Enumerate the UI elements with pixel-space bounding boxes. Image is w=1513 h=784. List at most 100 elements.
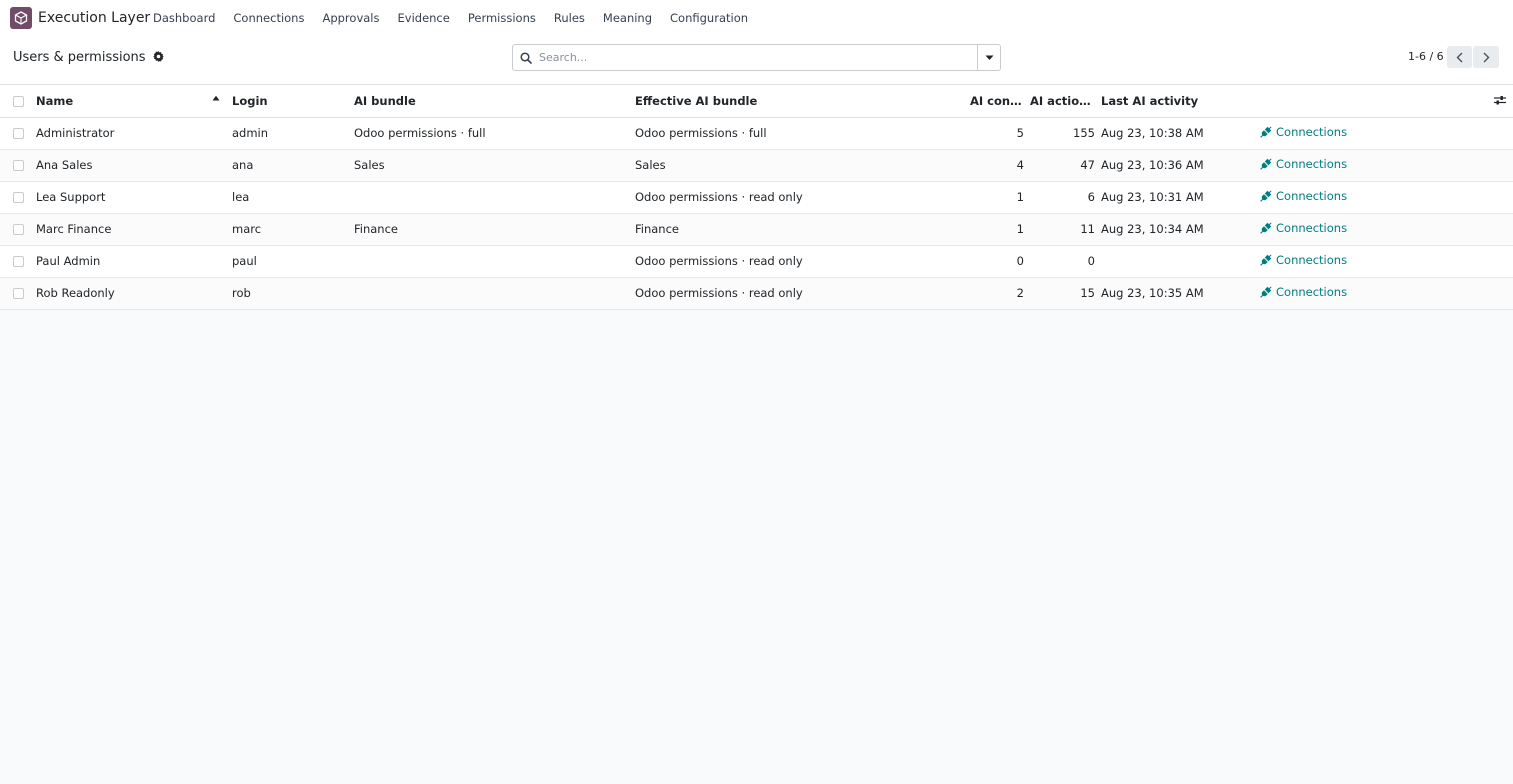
cell-ai-bundle <box>354 181 635 213</box>
cell-name: Marc Finance <box>36 222 112 236</box>
row-checkbox[interactable] <box>13 128 24 139</box>
row-checkbox-cell <box>0 149 36 181</box>
nav-menu: Dashboard Connections Approvals Evidence… <box>144 11 757 25</box>
row-checkbox[interactable] <box>13 192 24 203</box>
row-checkbox-cell <box>0 277 36 309</box>
cell-ai-bundle: Sales <box>354 158 385 172</box>
page-title: Users & permissions <box>13 50 146 65</box>
connections-button[interactable]: Connections <box>1259 157 1347 171</box>
table-row[interactable]: Lea Support lea Odoo permissions · read … <box>0 181 1513 213</box>
cell-ai-bundle: Finance <box>354 222 398 236</box>
column-header-login[interactable]: Login <box>232 85 354 118</box>
control-panel: Users & permissions 1-6 / 6 <box>0 38 1513 85</box>
row-checkbox[interactable] <box>13 256 24 267</box>
table-row[interactable]: Marc Finance marc Finance Finance 1 11 A… <box>0 213 1513 245</box>
cell-ai-connections: 1 <box>1016 190 1024 204</box>
cell-login: admin <box>232 126 269 140</box>
nav-item-meaning[interactable]: Meaning <box>594 11 661 25</box>
cell-last-ai-activity: Aug 23, 10:38 AM <box>1101 126 1204 140</box>
cell-name: Paul Admin <box>36 254 101 268</box>
cell-actions: Connections <box>1259 181 1487 213</box>
plug-icon <box>1260 126 1272 138</box>
cube-icon[interactable] <box>10 7 32 29</box>
nav-item-permissions[interactable]: Permissions <box>459 11 545 25</box>
nav-item-dashboard[interactable]: Dashboard <box>144 11 224 25</box>
connections-button[interactable]: Connections <box>1259 125 1347 139</box>
select-all-checkbox[interactable] <box>13 95 24 107</box>
cell-ai-connections: 1 <box>1016 222 1024 236</box>
pager-value[interactable]: 1-6 / 6 <box>1408 50 1444 63</box>
connections-button-label: Connections <box>1276 221 1348 235</box>
plug-icon <box>1260 254 1272 266</box>
column-header-ai-connections[interactable]: AI conne… <box>970 85 1030 118</box>
table-header-row: Name Login AI bundle Effective AI bundle… <box>0 85 1513 118</box>
cell-last-ai-activity <box>1101 245 1259 277</box>
cell-empty <box>1487 213 1513 245</box>
nav-item-connections[interactable]: Connections <box>224 11 313 25</box>
cell-ai-actions: 155 <box>1073 126 1095 140</box>
row-checkbox-cell <box>0 117 36 149</box>
select-all-checkbox-cell <box>0 85 36 118</box>
table-row[interactable]: Rob Readonly rob Odoo permissions · read… <box>0 277 1513 309</box>
connections-button-label: Connections <box>1276 125 1348 139</box>
nav-item-configuration[interactable]: Configuration <box>661 11 757 25</box>
cell-empty <box>1487 149 1513 181</box>
connections-button[interactable]: Connections <box>1259 253 1347 267</box>
row-checkbox[interactable] <box>13 224 24 235</box>
cell-empty <box>1487 277 1513 309</box>
cell-login: ana <box>232 158 254 172</box>
table-row[interactable]: Ana Sales ana Sales Sales 4 47 Aug 23, 1… <box>0 149 1513 181</box>
cell-empty <box>1487 245 1513 277</box>
row-checkbox-cell <box>0 245 36 277</box>
column-header-name[interactable]: Name <box>36 85 232 118</box>
table-row[interactable]: Paul Admin paul Odoo permissions · read … <box>0 245 1513 277</box>
chevron-left-icon[interactable] <box>1447 46 1473 68</box>
connections-button-label: Connections <box>1276 285 1348 299</box>
cell-last-ai-activity: Aug 23, 10:34 AM <box>1101 222 1204 236</box>
search-icon <box>513 51 539 64</box>
search-input[interactable] <box>539 45 977 70</box>
column-header-name-label: Name <box>36 93 74 108</box>
sliders-icon[interactable] <box>1487 85 1513 118</box>
cell-ai-bundle: Odoo permissions · full <box>354 126 486 140</box>
row-checkbox[interactable] <box>13 160 24 171</box>
plug-icon <box>1260 190 1272 202</box>
cell-name: Lea Support <box>36 190 106 204</box>
cell-empty <box>1487 181 1513 213</box>
cell-ai-connections: 2 <box>1016 286 1024 300</box>
cell-effective-ai-bundle: Sales <box>635 158 666 172</box>
cell-actions: Connections <box>1259 245 1487 277</box>
cell-effective-ai-bundle: Odoo permissions · read only <box>635 190 803 204</box>
connections-button-label: Connections <box>1276 157 1348 171</box>
column-header-effective-ai-bundle[interactable]: Effective AI bundle <box>635 85 970 118</box>
chevron-right-icon[interactable] <box>1473 46 1499 68</box>
cell-ai-connections: 4 <box>1016 158 1024 172</box>
nav-item-rules[interactable]: Rules <box>545 11 594 25</box>
column-header-ai-actions[interactable]: AI action… <box>1030 85 1101 118</box>
column-header-actions <box>1259 85 1487 118</box>
app-name[interactable]: Execution Layer <box>38 10 150 26</box>
column-header-last-ai-activity[interactable]: Last AI activity <box>1101 85 1259 118</box>
cell-ai-actions: 11 <box>1080 222 1095 236</box>
nav-item-evidence[interactable]: Evidence <box>389 11 459 25</box>
top-navbar: Execution Layer Dashboard Connections Ap… <box>0 0 1513 38</box>
cell-last-ai-activity: Aug 23, 10:31 AM <box>1101 190 1204 204</box>
cell-actions: Connections <box>1259 277 1487 309</box>
cell-name: Rob Readonly <box>36 286 115 300</box>
connections-button[interactable]: Connections <box>1259 285 1347 299</box>
row-checkbox[interactable] <box>13 288 24 299</box>
caret-down-icon[interactable] <box>977 45 1000 70</box>
connections-button-label: Connections <box>1276 189 1348 203</box>
table-row[interactable]: Administrator admin Odoo permissions · f… <box>0 117 1513 149</box>
cell-ai-bundle <box>354 245 635 277</box>
gear-icon[interactable] <box>152 50 164 65</box>
cell-ai-bundle <box>354 277 635 309</box>
column-header-ai-bundle[interactable]: AI bundle <box>354 85 635 118</box>
connections-button-label: Connections <box>1276 253 1348 267</box>
connections-button[interactable]: Connections <box>1259 189 1347 203</box>
nav-item-approvals[interactable]: Approvals <box>313 11 388 25</box>
breadcrumb: Users & permissions <box>13 50 164 65</box>
connections-button[interactable]: Connections <box>1259 221 1347 235</box>
cell-ai-actions: 15 <box>1080 286 1095 300</box>
cell-last-ai-activity: Aug 23, 10:36 AM <box>1101 158 1204 172</box>
